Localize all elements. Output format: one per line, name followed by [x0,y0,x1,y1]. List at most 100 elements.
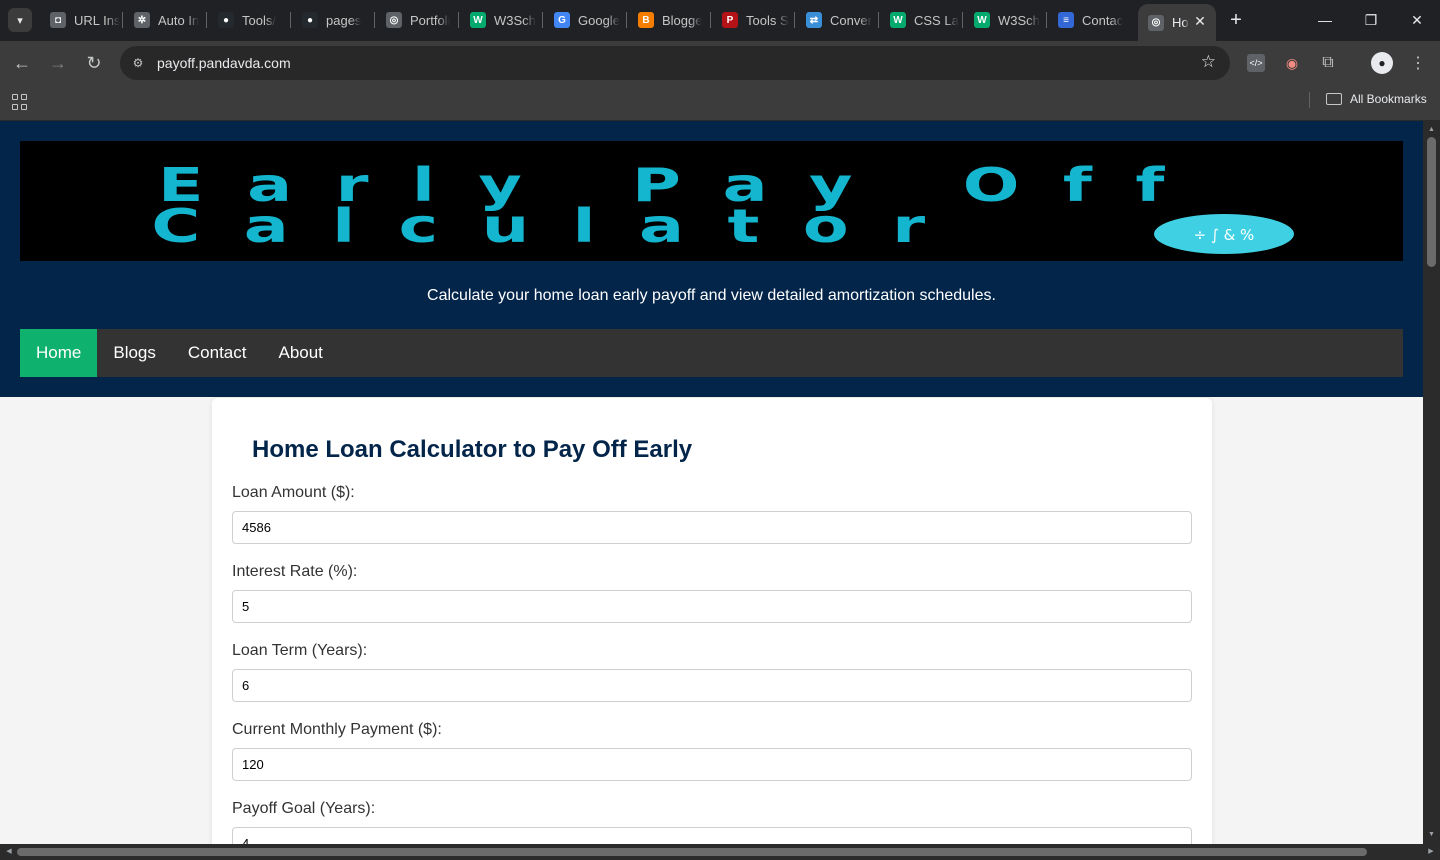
scroll-right-icon[interactable]: ▶ [1424,844,1438,860]
car-icon: ◘ [50,12,66,28]
horizontal-scroll-thumb[interactable] [17,848,1367,856]
loan-amount-input[interactable] [232,511,1192,544]
extensions-puzzle-icon[interactable]: ⧉ [1317,52,1339,74]
profile-avatar-icon[interactable]: ● [1371,52,1393,74]
all-bookmarks-label: All Bookmarks [1350,92,1427,106]
tab-3[interactable]: ● Tools/ [208,6,288,34]
openai-icon: ✲ [134,12,150,28]
tab-title: Portfoli [410,12,451,28]
url-text[interactable]: payoff.pandavda.com [157,55,291,71]
tab-title: Tools/ [242,12,276,28]
browser-menu-icon[interactable]: ⋮ [1407,52,1429,74]
github-icon: ● [218,12,234,28]
tab-search-icon[interactable]: ▾ [8,8,32,32]
bookmark-star-icon[interactable]: ☆ [1201,52,1216,72]
google-translate-icon: G [554,12,570,28]
tab-title: Tools S [746,12,789,28]
converter-icon: ⇄ [806,12,822,28]
tab-title: Auto In [158,12,200,28]
w3schools-icon: W [890,12,906,28]
tab-separator [374,12,375,28]
nav-item-contact[interactable]: Contact [172,329,263,377]
tab-4[interactable]: ● pages [292,6,372,34]
tab-title: CSS La [914,12,959,28]
site-tagline: Calculate your home loan early payoff an… [427,287,996,304]
tab-2[interactable]: ✲ Auto In [124,6,204,34]
browser-toolbar: ← → ↻ ⚙ payoff.pandavda.com ☆ </> ◉ ⧉ ● … [0,41,1440,85]
tab-5[interactable]: ◎ Portfoli [376,6,456,34]
tab-12[interactable]: W W3Sch [964,6,1044,34]
minimize-button[interactable]: — [1302,0,1348,40]
tab-separator [122,12,123,28]
restore-button[interactable]: ❐ [1348,0,1394,40]
tab-11[interactable]: W CSS La [880,6,960,34]
new-tab-button[interactable]: + [1224,8,1248,32]
close-window-button[interactable]: ✕ [1394,0,1440,40]
tab-1[interactable]: ◘ URL Ins [40,6,120,34]
scroll-left-icon[interactable]: ◀ [2,844,16,860]
tab-title: Ho [1172,15,1189,30]
nav-item-home[interactable]: Home [20,329,98,377]
w3schools-icon: W [470,12,486,28]
tab-title: W3Sch [998,12,1040,28]
github-icon: ● [302,12,318,28]
tab-title: Blogge [662,12,703,28]
tab-separator [878,12,879,28]
code-extension-icon[interactable]: </> [1247,54,1265,72]
w3schools-icon: W [974,12,990,28]
tab-title: pages [326,12,362,28]
tab-13[interactable]: ≡ Contac [1048,6,1128,34]
tab-title: Contac [1082,12,1124,28]
nav-item-about[interactable]: About [262,329,338,377]
reload-button[interactable]: ↻ [80,49,108,77]
page-viewport: Early Pay Off Calculator ÷ ∫ & % Calcula… [0,121,1423,844]
tab-6[interactable]: W W3Sch [460,6,540,34]
horizontal-scrollbar[interactable]: ◀ ▶ [0,844,1440,860]
all-bookmarks-button[interactable]: All Bookmarks [1326,92,1427,106]
folder-icon [1326,93,1342,105]
address-bar[interactable]: ⚙ payoff.pandavda.com ☆ [120,46,1230,80]
tab-7[interactable]: G Google [544,6,624,34]
close-tab-icon[interactable]: ✕ [1192,13,1208,29]
tab-title: Conver [830,12,872,28]
tab-separator [794,12,795,28]
tab-separator [458,12,459,28]
tab-separator [962,12,963,28]
p-icon: P [722,12,738,28]
current-monthly-payment-label: Current Monthly Payment ($): [232,721,442,738]
loan-term-years-input[interactable] [232,669,1192,702]
banner-line2: Calculator [151,199,968,253]
nav-item-blogs[interactable]: Blogs [97,329,172,377]
tab-active[interactable]: ◎ Ho ✕ [1138,4,1216,41]
tab-separator [542,12,543,28]
tab-separator [626,12,627,28]
scroll-up-icon[interactable]: ▲ [1423,123,1440,137]
tab-separator [206,12,207,28]
search-extension-icon[interactable]: ◉ [1281,52,1303,74]
site-info-icon[interactable]: ⚙ [128,53,148,73]
calculator-title: Home Loan Calculator to Pay Off Early [252,436,693,463]
vertical-scroll-thumb[interactable] [1427,137,1436,267]
tab-title: Google [578,12,620,28]
apps-grid-icon[interactable] [12,94,28,110]
forward-button[interactable]: → [44,49,72,77]
bookmarks-divider [1309,92,1310,108]
back-button[interactable]: ← [8,49,36,77]
tab-strip: ▾ ◘ URL Ins ✲ Auto In ● Tools/ ● pages ◎ Portfoli… [0,0,1440,41]
interest-rate-input[interactable] [232,590,1192,623]
tab-8[interactable]: B Blogge [628,6,708,34]
tab-title: URL Ins [74,12,120,28]
tab-9[interactable]: P Tools S [712,6,792,34]
payoff-goal-years-input[interactable] [232,827,1192,844]
blogger-icon: B [638,12,654,28]
site-nav: Home Blogs Contact About [20,329,1403,377]
tab-separator [710,12,711,28]
tab-separator [290,12,291,28]
bookmarks-bar: All Bookmarks [0,85,1440,121]
scroll-down-icon[interactable]: ▼ [1423,828,1440,842]
current-monthly-payment-input[interactable] [232,748,1192,781]
tab-10[interactable]: ⇄ Conver [796,6,876,34]
globe-icon: ◎ [1148,14,1164,31]
banner-badge-text: ÷ ∫ & % [1194,226,1255,244]
vertical-scrollbar[interactable]: ▲ ▼ [1423,121,1440,844]
